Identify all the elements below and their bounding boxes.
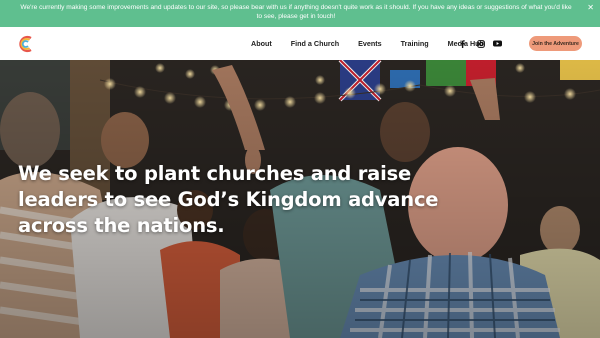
nav-training[interactable]: Training [401, 39, 429, 48]
close-icon[interactable]: ✕ [587, 3, 594, 12]
facebook-icon[interactable] [458, 39, 467, 48]
nav-about[interactable]: About [251, 39, 272, 48]
announcement-banner: We're currently making some improvements… [0, 0, 600, 27]
nav-events[interactable]: Events [358, 39, 382, 48]
join-the-adventure-button[interactable]: Join the Adventure [529, 36, 582, 51]
hero-headline: We seek to plant churches and raise lead… [18, 162, 439, 237]
logo[interactable] [17, 34, 37, 54]
youtube-icon[interactable] [493, 39, 502, 48]
nav-find-a-church[interactable]: Find a Church [291, 39, 339, 48]
instagram-icon[interactable] [476, 39, 485, 48]
logo-mark-icon [19, 35, 32, 53]
hero-section: We seek to plant churches and raise lead… [0, 60, 600, 338]
banner-text: We're currently making some improvements… [20, 4, 572, 20]
site-header: About Find a Church Events Training Medi… [0, 27, 600, 60]
